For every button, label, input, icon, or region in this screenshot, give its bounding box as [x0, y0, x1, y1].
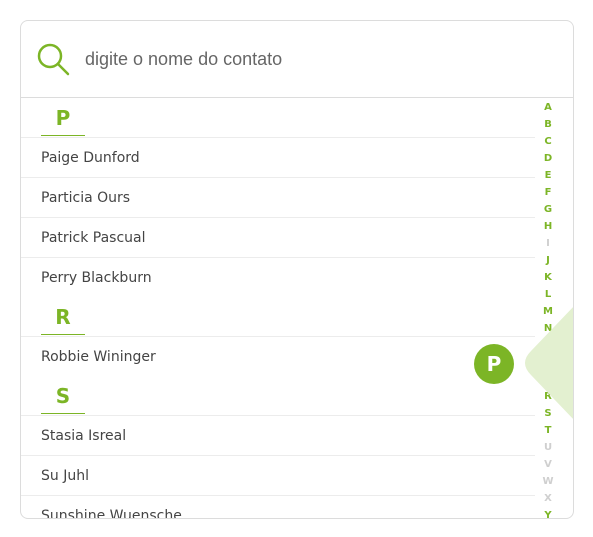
contact-item[interactable]: Sunshine Wuensche — [21, 495, 535, 518]
index-letter-g[interactable]: G — [538, 201, 558, 218]
contact-name: Stasia Isreal — [41, 427, 127, 444]
search-bar — [21, 21, 573, 98]
index-letter-b[interactable]: B — [538, 116, 558, 133]
contact-item[interactable]: Perry Blackburn — [21, 257, 535, 297]
index-letter-v: V — [544, 459, 552, 470]
contact-item[interactable]: Stasia Isreal — [21, 415, 535, 455]
index-letter-e[interactable]: E — [538, 167, 558, 184]
index-letter-c[interactable]: C — [538, 133, 558, 150]
contact-item[interactable]: Su Juhl — [21, 455, 535, 495]
contact-item[interactable]: Particia Ours — [21, 177, 535, 217]
index-letter-x: X — [544, 493, 552, 504]
contact-item[interactable]: Robbie Wininger — [21, 336, 535, 376]
search-input[interactable] — [85, 41, 525, 77]
index-letter-h[interactable]: H — [538, 218, 558, 235]
contact-name: Perry Blackburn — [41, 269, 152, 286]
index-letter-l[interactable]: L — [538, 286, 558, 303]
section-letter: P — [41, 106, 85, 136]
index-letter-u: U — [543, 442, 553, 453]
contact-name: Sunshine Wuensche — [41, 507, 182, 519]
contact-name: Robbie Wininger — [41, 348, 156, 365]
index-letter-j[interactable]: J — [538, 252, 558, 269]
index-letter-a[interactable]: A — [538, 99, 558, 116]
active-letter-bubble: P — [474, 344, 514, 384]
index-letter-y[interactable]: Y — [538, 507, 558, 518]
contact-name: Particia Ours — [41, 189, 131, 206]
contact-name: Patrick Pascual — [41, 229, 146, 246]
section-header: S — [21, 376, 535, 415]
contact-name: Paige Dunford — [41, 149, 140, 166]
section-header: P — [21, 98, 535, 137]
index-letter-f[interactable]: F — [538, 184, 558, 201]
active-letter-highlight — [525, 307, 573, 419]
index-letter-i: I — [546, 238, 550, 249]
contact-list: P Paige Dunford Particia Ours Patrick Pascu… — [21, 98, 535, 518]
index-letter-k[interactable]: K — [538, 269, 558, 286]
section-letter: S — [41, 384, 85, 414]
section-header: R — [21, 297, 535, 336]
contact-item[interactable]: Patrick Pascual — [21, 217, 535, 257]
contact-picker: P Paige Dunford Particia Ours Patrick Pascu… — [20, 20, 574, 519]
index-letter-d[interactable]: D — [538, 150, 558, 167]
index-letter-t[interactable]: T — [538, 422, 558, 439]
section-letter: R — [41, 305, 85, 335]
contact-item[interactable]: Paige Dunford — [21, 137, 535, 177]
contact-name: Su Juhl — [41, 467, 89, 484]
index-letter-w: W — [542, 476, 554, 487]
search-icon — [37, 43, 70, 76]
